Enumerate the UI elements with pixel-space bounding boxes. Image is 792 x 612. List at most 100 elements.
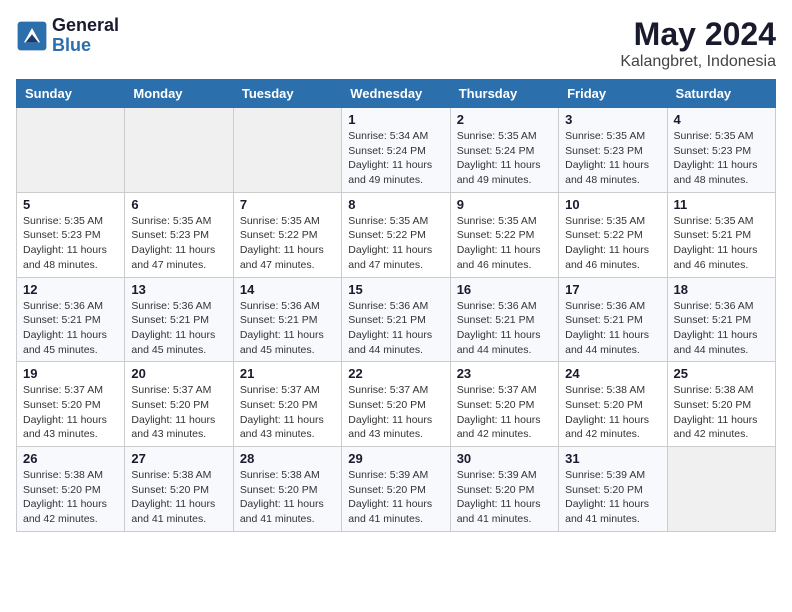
day-info-20: Sunrise: 5:37 AM Sunset: 5:20 PM Dayligh… bbox=[131, 383, 226, 442]
day-cell-11: 11Sunrise: 5:35 AM Sunset: 5:21 PM Dayli… bbox=[667, 192, 775, 277]
day-info-9: Sunrise: 5:35 AM Sunset: 5:22 PM Dayligh… bbox=[457, 214, 552, 273]
day-number-17: 17 bbox=[565, 282, 660, 297]
day-cell-empty bbox=[233, 108, 341, 193]
header-saturday: Saturday bbox=[667, 80, 775, 108]
day-cell-9: 9 Sunrise: 5:35 AM Sunset: 5:22 PM Daylig… bbox=[450, 192, 558, 277]
day-number-8: 8 bbox=[348, 197, 443, 212]
day-cell-30: 30 Sunrise: 5:39 AM Sunset: 5:20 PM Dayli… bbox=[450, 447, 558, 532]
day-number-9: 9 bbox=[457, 197, 552, 212]
day-cell-19: 19 Sunrise: 5:37 AM Sunset: 5:20 PM Dayli… bbox=[17, 362, 125, 447]
day-info-8: Sunrise: 5:35 AM Sunset: 5:22 PM Dayligh… bbox=[348, 214, 443, 273]
day-cell-10: 10Sunrise: 5:35 AM Sunset: 5:22 PM Dayli… bbox=[559, 192, 667, 277]
day-info-12: Sunrise: 5:36 AM Sunset: 5:21 PM Dayligh… bbox=[23, 299, 118, 358]
day-number-1: 1 bbox=[348, 112, 443, 127]
day-info-22: Sunrise: 5:37 AM Sunset: 5:20 PM Dayligh… bbox=[348, 383, 443, 442]
day-number-26: 26 bbox=[23, 451, 118, 466]
day-cell-4: 4 Sunrise: 5:35 AM Sunset: 5:23 PM Daylig… bbox=[667, 108, 775, 193]
day-cell-16: 16 Sunrise: 5:36 AM Sunset: 5:21 PM Dayli… bbox=[450, 277, 558, 362]
page-header: GeneralBlue May 2024 Kalangbret, Indones… bbox=[16, 16, 776, 71]
day-number-22: 22 bbox=[348, 366, 443, 381]
day-cell-21: 21 Sunrise: 5:37 AM Sunset: 5:20 PM Dayli… bbox=[233, 362, 341, 447]
day-info-7: Sunrise: 5:35 AM Sunset: 5:22 PM Dayligh… bbox=[240, 214, 335, 273]
day-cell-3: 3Sunrise: 5:35 AM Sunset: 5:23 PM Daylig… bbox=[559, 108, 667, 193]
day-info-21: Sunrise: 5:37 AM Sunset: 5:20 PM Dayligh… bbox=[240, 383, 335, 442]
day-cell-7: 7 Sunrise: 5:35 AM Sunset: 5:22 PM Daylig… bbox=[233, 192, 341, 277]
day-info-6: Sunrise: 5:35 AM Sunset: 5:23 PM Dayligh… bbox=[131, 214, 226, 273]
day-info-4: Sunrise: 5:35 AM Sunset: 5:23 PM Dayligh… bbox=[674, 129, 769, 188]
day-info-16: Sunrise: 5:36 AM Sunset: 5:21 PM Dayligh… bbox=[457, 299, 552, 358]
week-row-5: 26 Sunrise: 5:38 AM Sunset: 5:20 PM Dayli… bbox=[17, 447, 776, 532]
day-number-28: 28 bbox=[240, 451, 335, 466]
header-wednesday: Wednesday bbox=[342, 80, 450, 108]
day-cell-31: 31 Sunrise: 5:39 AM Sunset: 5:20 PM Dayli… bbox=[559, 447, 667, 532]
header-monday: Monday bbox=[125, 80, 233, 108]
day-info-29: Sunrise: 5:39 AM Sunset: 5:20 PM Dayligh… bbox=[348, 468, 443, 527]
week-row-2: 5 Sunrise: 5:35 AM Sunset: 5:23 PM Daylig… bbox=[17, 192, 776, 277]
day-number-29: 29 bbox=[348, 451, 443, 466]
day-number-21: 21 bbox=[240, 366, 335, 381]
day-info-24: Sunrise: 5:38 AM Sunset: 5:20 PM Dayligh… bbox=[565, 383, 660, 442]
day-number-6: 6 bbox=[131, 197, 226, 212]
day-cell-25: 25Sunrise: 5:38 AM Sunset: 5:20 PM Dayli… bbox=[667, 362, 775, 447]
day-cell-28: 28 Sunrise: 5:38 AM Sunset: 5:20 PM Dayli… bbox=[233, 447, 341, 532]
day-number-11: 11 bbox=[674, 197, 769, 212]
month-title: May 2024 bbox=[620, 16, 776, 53]
day-cell-12: 12Sunrise: 5:36 AM Sunset: 5:21 PM Dayli… bbox=[17, 277, 125, 362]
location: Kalangbret, Indonesia bbox=[620, 53, 776, 71]
day-number-16: 16 bbox=[457, 282, 552, 297]
day-cell-15: 15Sunrise: 5:36 AM Sunset: 5:21 PM Dayli… bbox=[342, 277, 450, 362]
logo: GeneralBlue bbox=[16, 16, 119, 56]
day-cell-14: 14Sunrise: 5:36 AM Sunset: 5:21 PM Dayli… bbox=[233, 277, 341, 362]
week-row-4: 19 Sunrise: 5:37 AM Sunset: 5:20 PM Dayli… bbox=[17, 362, 776, 447]
day-cell-1: 1 Sunrise: 5:34 AM Sunset: 5:24 PM Daylig… bbox=[342, 108, 450, 193]
day-number-19: 19 bbox=[23, 366, 118, 381]
day-info-17: Sunrise: 5:36 AM Sunset: 5:21 PM Dayligh… bbox=[565, 299, 660, 358]
day-cell-17: 17 Sunrise: 5:36 AM Sunset: 5:21 PM Dayli… bbox=[559, 277, 667, 362]
header-sunday: Sunday bbox=[17, 80, 125, 108]
header-tuesday: Tuesday bbox=[233, 80, 341, 108]
day-info-13: Sunrise: 5:36 AM Sunset: 5:21 PM Dayligh… bbox=[131, 299, 226, 358]
logo-text: GeneralBlue bbox=[52, 16, 119, 56]
day-info-15: Sunrise: 5:36 AM Sunset: 5:21 PM Dayligh… bbox=[348, 299, 443, 358]
day-cell-22: 22 Sunrise: 5:37 AM Sunset: 5:20 PM Dayli… bbox=[342, 362, 450, 447]
header-friday: Friday bbox=[559, 80, 667, 108]
day-number-20: 20 bbox=[131, 366, 226, 381]
day-cell-23: 23 Sunrise: 5:37 AM Sunset: 5:20 PM Dayli… bbox=[450, 362, 558, 447]
day-info-5: Sunrise: 5:35 AM Sunset: 5:23 PM Dayligh… bbox=[23, 214, 118, 273]
day-info-2: Sunrise: 5:35 AM Sunset: 5:24 PM Dayligh… bbox=[457, 129, 552, 188]
day-cell-empty bbox=[667, 447, 775, 532]
day-number-27: 27 bbox=[131, 451, 226, 466]
title-block: May 2024 Kalangbret, Indonesia bbox=[620, 16, 776, 71]
day-info-30: Sunrise: 5:39 AM Sunset: 5:20 PM Dayligh… bbox=[457, 468, 552, 527]
day-cell-8: 8 Sunrise: 5:35 AM Sunset: 5:22 PM Daylig… bbox=[342, 192, 450, 277]
day-number-13: 13 bbox=[131, 282, 226, 297]
day-cell-24: 24Sunrise: 5:38 AM Sunset: 5:20 PM Dayli… bbox=[559, 362, 667, 447]
day-info-31: Sunrise: 5:39 AM Sunset: 5:20 PM Dayligh… bbox=[565, 468, 660, 527]
logo-icon bbox=[16, 20, 48, 52]
day-cell-13: 13 Sunrise: 5:36 AM Sunset: 5:21 PM Dayli… bbox=[125, 277, 233, 362]
day-info-25: Sunrise: 5:38 AM Sunset: 5:20 PM Dayligh… bbox=[674, 383, 769, 442]
day-number-30: 30 bbox=[457, 451, 552, 466]
day-info-28: Sunrise: 5:38 AM Sunset: 5:20 PM Dayligh… bbox=[240, 468, 335, 527]
day-cell-5: 5 Sunrise: 5:35 AM Sunset: 5:23 PM Daylig… bbox=[17, 192, 125, 277]
day-number-4: 4 bbox=[674, 112, 769, 127]
day-cell-27: 27Sunrise: 5:38 AM Sunset: 5:20 PM Dayli… bbox=[125, 447, 233, 532]
day-cell-29: 29 Sunrise: 5:39 AM Sunset: 5:20 PM Dayli… bbox=[342, 447, 450, 532]
day-info-3: Sunrise: 5:35 AM Sunset: 5:23 PM Dayligh… bbox=[565, 129, 660, 188]
calendar-header-row: SundayMondayTuesdayWednesdayThursdayFrid… bbox=[17, 80, 776, 108]
header-thursday: Thursday bbox=[450, 80, 558, 108]
day-number-23: 23 bbox=[457, 366, 552, 381]
day-info-1: Sunrise: 5:34 AM Sunset: 5:24 PM Dayligh… bbox=[348, 129, 443, 188]
day-cell-18: 18Sunrise: 5:36 AM Sunset: 5:21 PM Dayli… bbox=[667, 277, 775, 362]
day-number-7: 7 bbox=[240, 197, 335, 212]
day-info-14: Sunrise: 5:36 AM Sunset: 5:21 PM Dayligh… bbox=[240, 299, 335, 358]
day-cell-2: 2Sunrise: 5:35 AM Sunset: 5:24 PM Daylig… bbox=[450, 108, 558, 193]
day-number-5: 5 bbox=[23, 197, 118, 212]
day-number-31: 31 bbox=[565, 451, 660, 466]
day-info-19: Sunrise: 5:37 AM Sunset: 5:20 PM Dayligh… bbox=[23, 383, 118, 442]
day-cell-6: 6 Sunrise: 5:35 AM Sunset: 5:23 PM Daylig… bbox=[125, 192, 233, 277]
day-info-10: Sunrise: 5:35 AM Sunset: 5:22 PM Dayligh… bbox=[565, 214, 660, 273]
day-info-26: Sunrise: 5:38 AM Sunset: 5:20 PM Dayligh… bbox=[23, 468, 118, 527]
day-cell-26: 26 Sunrise: 5:38 AM Sunset: 5:20 PM Dayli… bbox=[17, 447, 125, 532]
day-info-23: Sunrise: 5:37 AM Sunset: 5:20 PM Dayligh… bbox=[457, 383, 552, 442]
